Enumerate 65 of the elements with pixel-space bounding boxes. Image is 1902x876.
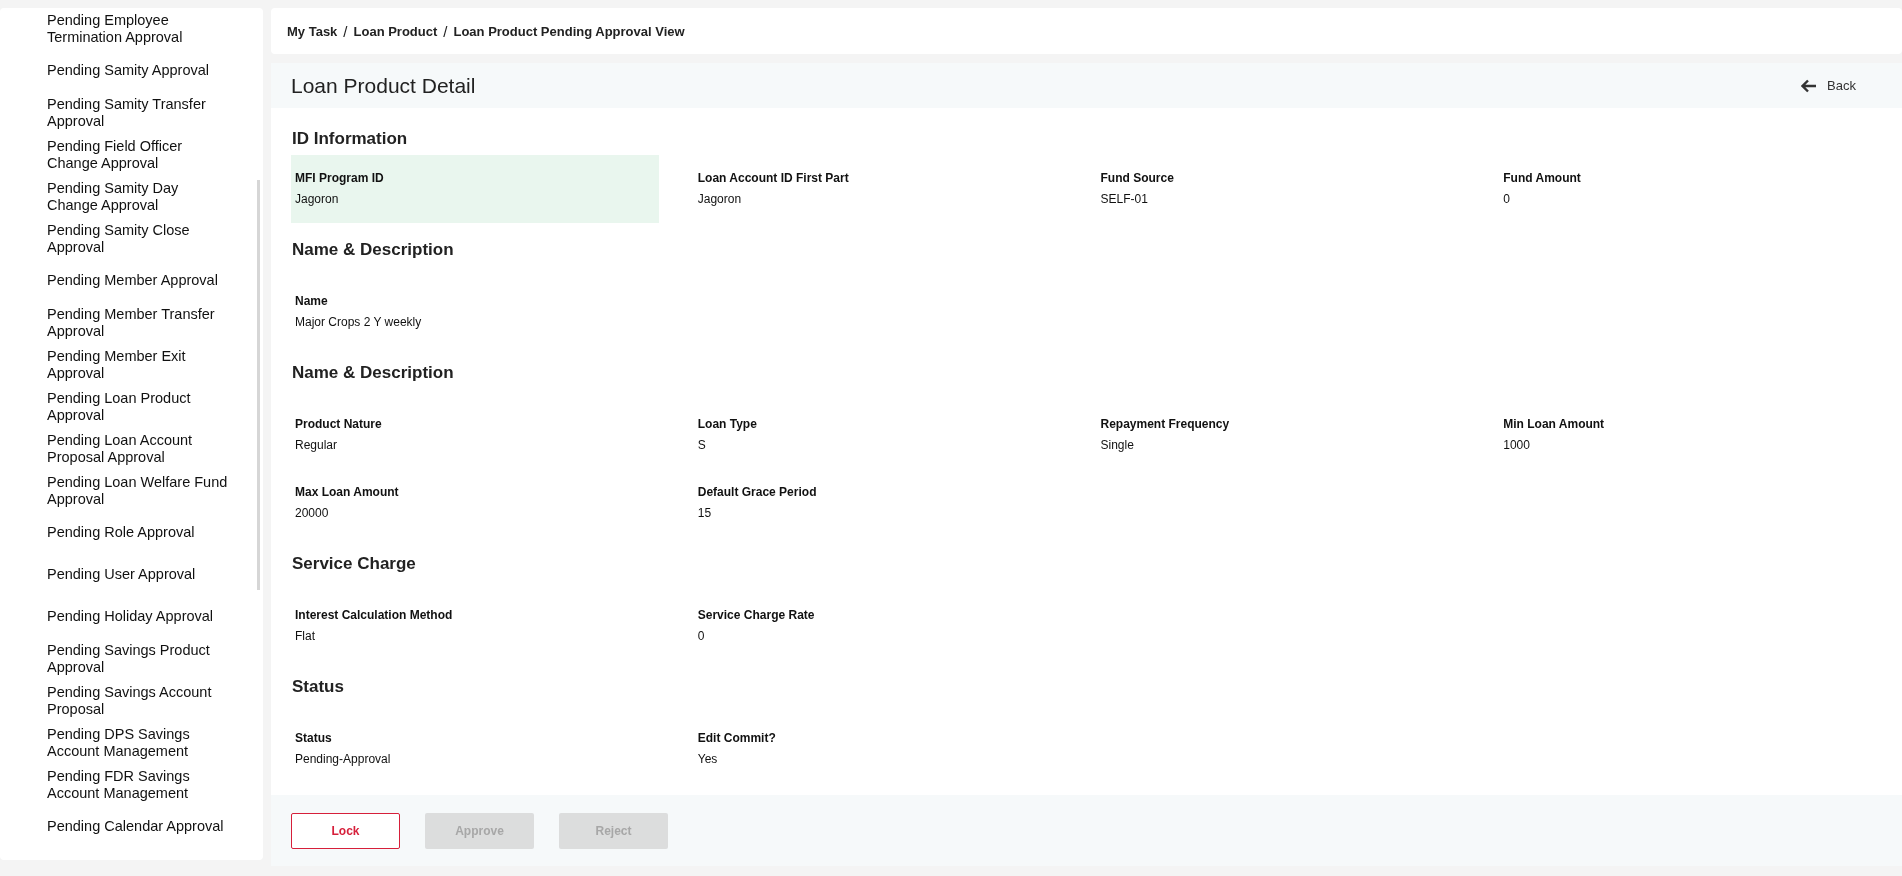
field-label: Max Loan Amount: [295, 485, 400, 499]
sidebar-item[interactable]: Pending Samity Close Approval: [47, 218, 233, 260]
sidebar-item[interactable]: Pending Member Transfer Approval: [47, 302, 233, 344]
field-label: Repayment Frequency: [1100, 417, 1231, 431]
field-value: Jagoron: [697, 192, 743, 206]
field-value: Yes: [697, 752, 719, 766]
scrollbar-thumb[interactable]: [257, 180, 260, 590]
sidebar-item[interactable]: Pending Samity Day Change Approval: [47, 176, 233, 218]
field-label: Loan Type: [697, 417, 758, 431]
sidebar-item[interactable]: Pending Member Approval: [47, 260, 233, 302]
field-value: Pending-Approval: [295, 752, 392, 766]
sidebar-item[interactable]: Pending Savings Product Approval: [47, 638, 233, 680]
back-button[interactable]: Back: [1793, 74, 1864, 97]
sidebar-item[interactable]: Pending User Approval: [47, 554, 233, 596]
sidebar-item[interactable]: Pending Calendar Approval: [47, 806, 233, 848]
breadcrumb-link[interactable]: My Task: [287, 23, 338, 39]
sidebar-item[interactable]: Pending Member Exit Approval: [47, 344, 233, 386]
field-value: 0: [697, 629, 706, 643]
section-heading: Name & Description: [292, 363, 455, 383]
field-label: Fund Source: [1100, 171, 1175, 185]
section-heading: Service Charge: [292, 554, 417, 574]
field-value: 15: [697, 506, 713, 520]
sidebar-item[interactable]: Pending Samity Approval: [47, 50, 233, 92]
sidebar-item[interactable]: Pending Samity Transfer Approval: [47, 92, 233, 134]
field-label: Product Nature: [295, 417, 383, 431]
section-heading: ID Information: [292, 129, 409, 149]
field-label: Service Charge Rate: [697, 608, 816, 622]
sidebar-item[interactable]: Pending Loan Account Proposal Approval: [47, 428, 233, 470]
field-label: Fund Amount: [1503, 171, 1582, 185]
field-label: Interest Calculation Method: [295, 608, 454, 622]
field-label: Edit Commit?: [697, 731, 777, 745]
section-heading: Name & Description: [292, 240, 455, 260]
sidebar-item[interactable]: Pending Role Approval: [47, 512, 233, 554]
breadcrumb-separator: /: [443, 22, 448, 40]
sidebar-item[interactable]: Pending Holiday Approval: [47, 596, 233, 638]
sidebar-item[interactable]: Pending Loan Welfare Fund Approval: [47, 470, 233, 512]
field-label: MFI Program ID: [295, 171, 385, 185]
field-value: Flat: [295, 629, 316, 643]
sidebar-item[interactable]: Pending FDR Savings Account Management: [47, 764, 233, 806]
field-value: 20000: [295, 506, 330, 520]
breadcrumb-separator: /: [343, 22, 348, 40]
sidebar-item[interactable]: Pending Field Officer Change Approval: [47, 134, 233, 176]
field-label: Loan Account ID First Part: [697, 171, 850, 185]
sidebar-item[interactable]: Pending Loan Product Approval: [47, 386, 233, 428]
field-value: Major Crops 2 Y weekly: [295, 315, 423, 329]
breadcrumb-link[interactable]: Loan Product Pending Approval View: [453, 23, 685, 39]
field-label: Default Grace Period: [697, 485, 818, 499]
field-value: SELF-01: [1100, 192, 1149, 206]
field-value: Jagoron: [295, 192, 340, 206]
lock-button[interactable]: Lock: [291, 812, 400, 849]
field-value: S: [697, 438, 707, 452]
sidebar-item[interactable]: Pending Savings Account Proposal: [47, 680, 233, 722]
page-title: Loan Product Detail: [291, 73, 476, 98]
sidebar-item[interactable]: Pending Employee Termination Approval: [47, 8, 233, 50]
field-value: 0: [1503, 192, 1511, 206]
field-value: 1000: [1503, 438, 1531, 452]
sidebar-item[interactable]: Pending DPS Savings Account Management: [47, 722, 233, 764]
section-heading: Status: [292, 677, 345, 697]
field-value: Single: [1100, 438, 1135, 452]
field-label: Status: [295, 731, 333, 745]
breadcrumb-link[interactable]: Loan Product: [353, 23, 438, 39]
field-label: Name: [295, 294, 329, 308]
field-value: Regular: [295, 438, 339, 452]
back-arrow-icon: [1801, 78, 1818, 93]
field-label: Min Loan Amount: [1503, 417, 1606, 431]
